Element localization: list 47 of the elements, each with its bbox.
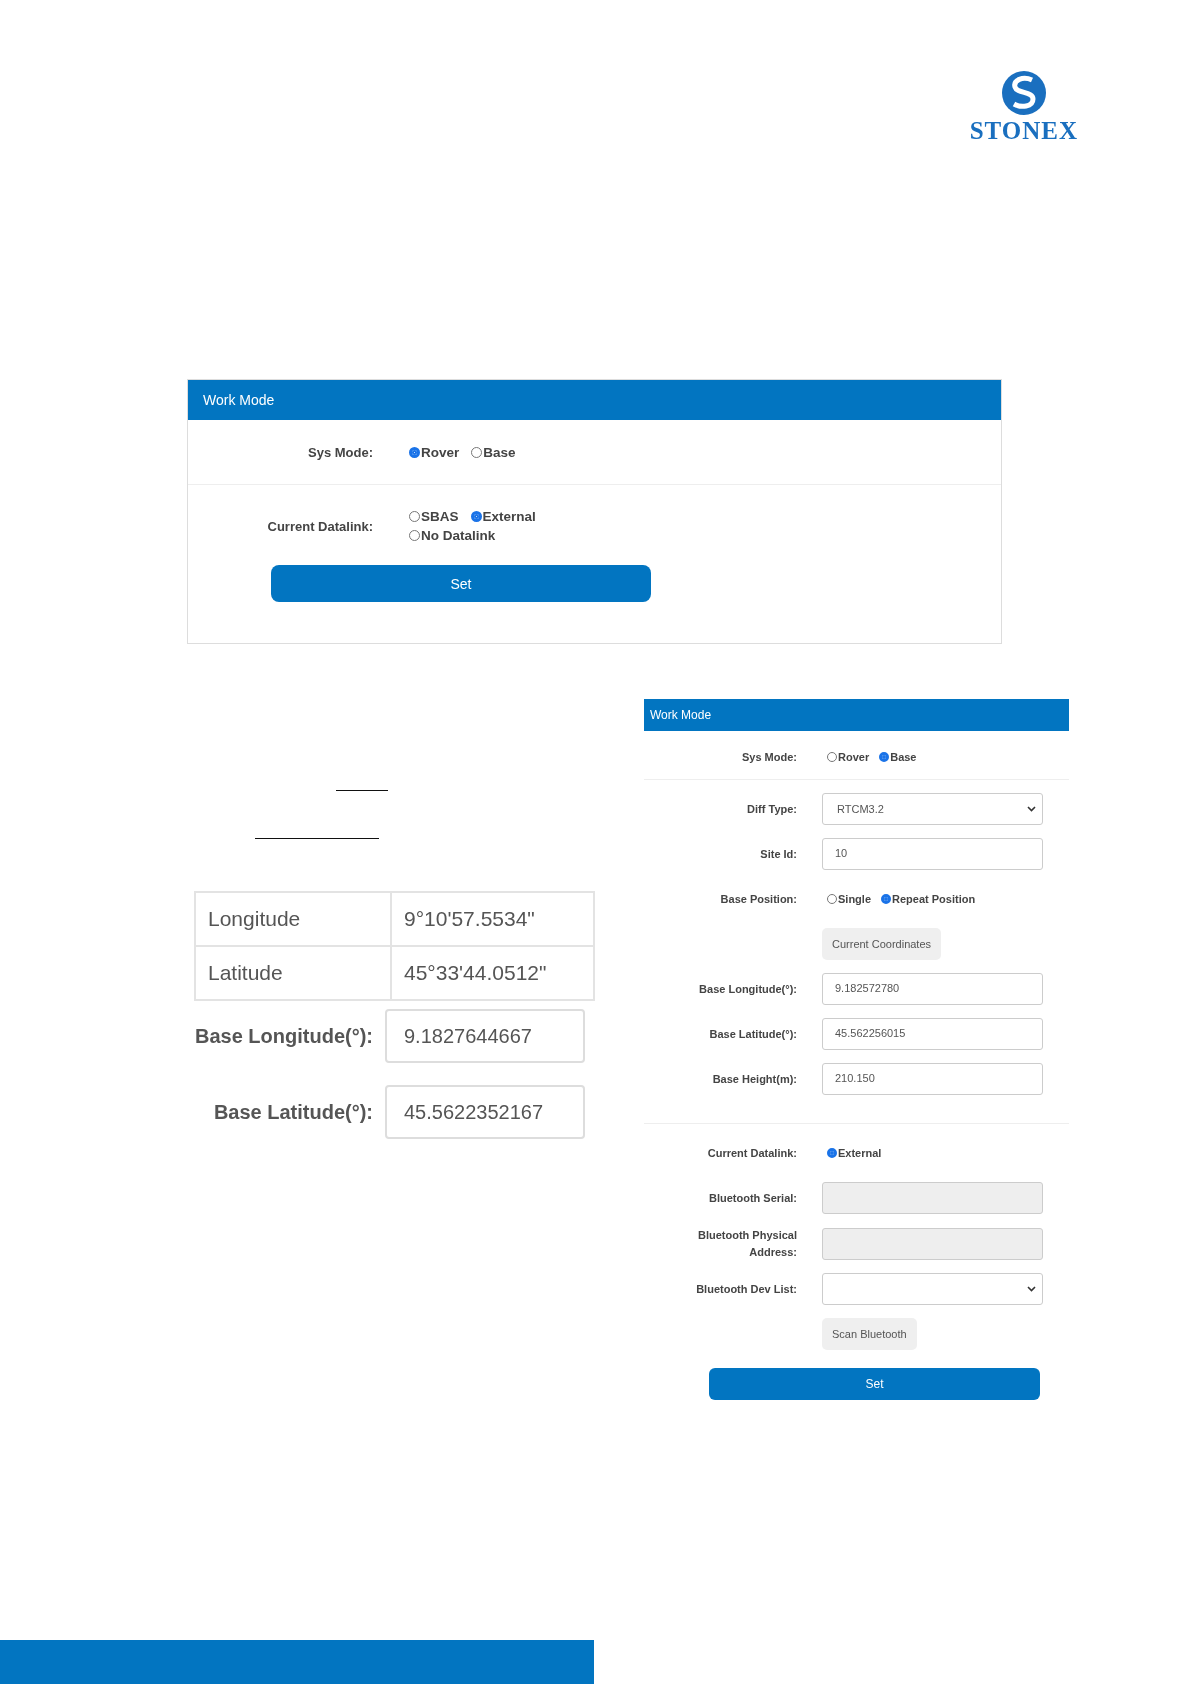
field-label: Site Id: xyxy=(759,846,797,862)
set-button[interactable]: Set xyxy=(271,565,651,602)
input-field[interactable]: 9.1827644667 xyxy=(385,1009,585,1063)
select-field[interactable]: RTCM3.2 xyxy=(822,793,1043,825)
radio-option[interactable]: Rover xyxy=(827,751,870,763)
radio-option[interactable]: Single xyxy=(827,893,871,905)
input-field[interactable]: 210.150 xyxy=(822,1063,1043,1095)
radio-option[interactable]: Rover xyxy=(409,444,460,460)
logo-text: STONEX xyxy=(969,118,1078,143)
table-cell: Longitude xyxy=(195,892,391,946)
radio-option[interactable]: External xyxy=(470,509,536,524)
field-label: Current Datalink: xyxy=(706,1145,797,1161)
field-label: Base Latitude(°): xyxy=(708,1026,797,1042)
panel-title: Work Mode xyxy=(188,380,1001,420)
field-label: Bluetooth Serial: xyxy=(708,1190,797,1206)
action-button[interactable]: Current Coordinates xyxy=(822,928,942,960)
field-label: Base Height(m): xyxy=(711,1071,797,1087)
radio-option[interactable]: Base xyxy=(879,751,917,763)
radio-option[interactable]: No Datalink xyxy=(409,528,496,543)
chevron-down-icon xyxy=(1027,806,1036,812)
input-field[interactable]: 45.562256015 xyxy=(822,1018,1043,1050)
field-label: Base Longitude(°): xyxy=(194,1024,373,1048)
field-label: Current Datalink: xyxy=(266,518,373,534)
field-label: Sys Mode: xyxy=(307,444,373,460)
radio-option[interactable]: Base xyxy=(471,444,516,460)
select-field[interactable] xyxy=(822,1273,1043,1305)
table-cell: 9°10'57.5534" xyxy=(391,892,594,946)
table-cell: Latitude xyxy=(195,946,391,1000)
chevron-down-icon xyxy=(1027,1286,1036,1292)
input-field[interactable]: 9.182572780 xyxy=(822,973,1043,1005)
radio-option[interactable]: External xyxy=(827,1147,882,1159)
radio-option[interactable]: Repeat Position xyxy=(881,893,976,905)
input-field[interactable]: 10 xyxy=(822,838,1043,870)
field-label: Bluetooth Physical Address: xyxy=(696,1228,797,1260)
radio-option[interactable]: SBAS xyxy=(409,509,459,524)
input-field[interactable]: 45.5622352167 xyxy=(385,1085,585,1139)
field-label: Base Position: xyxy=(719,891,797,907)
set-button[interactable]: Set xyxy=(709,1368,1040,1400)
field-label: Base Latitude(°): xyxy=(212,1100,373,1124)
action-button[interactable]: Scan Bluetooth xyxy=(822,1318,917,1350)
field-label: Bluetooth Dev List: xyxy=(695,1281,797,1297)
panel-title: Work Mode xyxy=(644,699,1069,731)
table-cell: 45°33'44.0512" xyxy=(391,946,594,1000)
field-label: Sys Mode: xyxy=(741,749,797,765)
field-label: Diff Type: xyxy=(746,801,797,817)
field-label: Base Longitude(°): xyxy=(698,981,797,997)
logo-icon xyxy=(1000,70,1047,116)
